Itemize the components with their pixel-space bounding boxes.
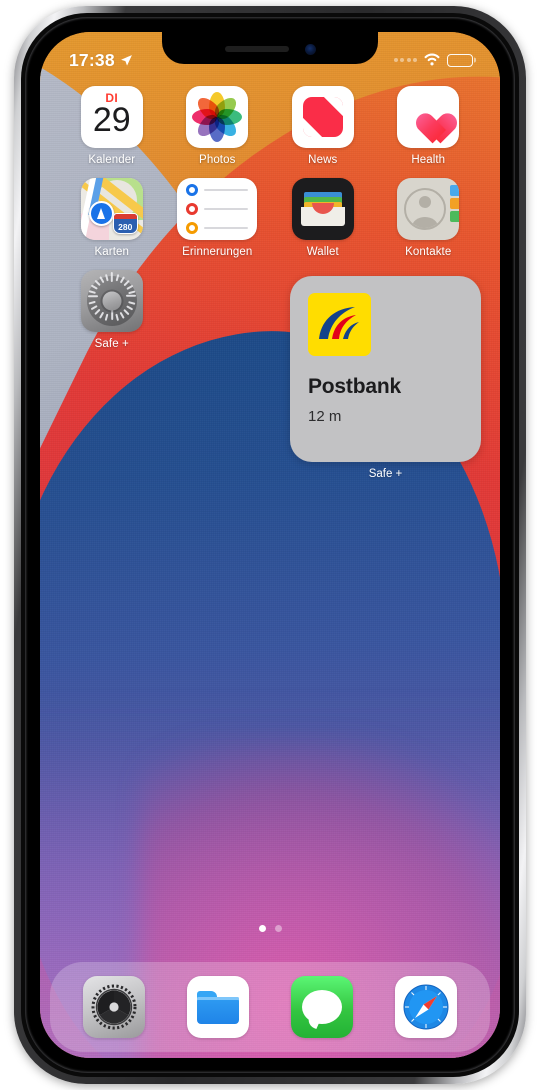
earpiece-speaker-icon [224, 46, 289, 52]
page-dot-2[interactable] [274, 925, 282, 932]
maps-location-arrow-icon [88, 201, 114, 226]
page-dot-1[interactable] [258, 925, 266, 932]
wallet-icon [291, 178, 354, 240]
app-label-news: News [308, 154, 338, 166]
notch [162, 32, 378, 64]
safe-dial-icon [80, 270, 143, 332]
maps-route-shield-icon: 280 [112, 213, 138, 234]
calendar-icon: DI 29 [80, 86, 143, 148]
dock-app-safari[interactable] [395, 976, 457, 1038]
photos-icon [186, 86, 249, 148]
app-label-wallet: Wallet [306, 246, 339, 258]
front-camera-icon [304, 43, 316, 55]
contacts-tabs-icon [450, 185, 460, 222]
maps-route-number: 280 [118, 222, 133, 232]
app-kalender[interactable]: DI 29 Kalender [59, 86, 165, 166]
app-karten[interactable]: 280 Karten [59, 178, 165, 258]
dock-app-messages[interactable] [291, 976, 353, 1038]
contacts-icon [397, 178, 460, 240]
location-arrow-icon [120, 54, 132, 66]
phone-screen: 17:38 DI 29 Kalender Photos News Health … [40, 32, 500, 1058]
app-label-kalender: Kalender [88, 154, 136, 166]
files-folder-icon [197, 990, 239, 1024]
home-screen: DI 29 Kalender Photos News Health 280 Ka… [40, 86, 500, 1058]
status-bar-right [393, 53, 476, 67]
app-label-kontakte: Kontakte [405, 246, 452, 258]
app-label-photos: Photos [199, 154, 236, 166]
status-time: 17:38 [69, 49, 115, 70]
contacts-avatar-icon [403, 188, 446, 230]
app-erinnerungen[interactable]: Erinnerungen [165, 178, 271, 258]
messages-bubble-icon [302, 990, 342, 1024]
battery-icon [447, 53, 476, 67]
status-bar-left: 17:38 [69, 50, 133, 71]
iphone-device-frame: 17:38 DI 29 Kalender Photos News Health … [14, 6, 526, 1084]
dock-app-files[interactable] [187, 976, 249, 1038]
app-label-safe-plus: Safe + [94, 338, 129, 350]
app-label-health: Health [411, 154, 446, 166]
wifi-icon [424, 53, 440, 66]
app-wallet[interactable]: Wallet [270, 178, 376, 258]
app-photos[interactable]: Photos [165, 86, 271, 166]
app-kontakte[interactable]: Kontakte [376, 178, 482, 258]
health-heart-icon [397, 86, 460, 148]
widget-app-label: Safe + [368, 468, 403, 480]
maps-icon: 280 [80, 178, 143, 240]
app-health[interactable]: Health [376, 86, 482, 166]
widget-subtitle: 12 m [308, 408, 342, 425]
app-safe-plus[interactable]: Safe + [59, 270, 165, 350]
page-indicator[interactable] [40, 925, 500, 932]
signal-dots-icon [393, 58, 417, 62]
news-icon [291, 86, 354, 148]
app-news[interactable]: News [270, 86, 376, 166]
app-label-karten: Karten [94, 246, 129, 258]
dock [50, 962, 490, 1052]
dock-app-settings[interactable] [83, 976, 145, 1038]
safari-compass-icon [403, 984, 449, 1030]
settings-gear-icon [91, 984, 137, 1030]
reminders-icon [177, 178, 258, 240]
postbank-widget[interactable]: Postbank 12 m [290, 276, 481, 462]
calendar-day-number: 29 [92, 101, 131, 139]
app-label-erinnerungen: Erinnerungen [182, 246, 253, 258]
widget-title: Postbank [308, 375, 401, 398]
postbank-logo-icon [308, 293, 371, 356]
